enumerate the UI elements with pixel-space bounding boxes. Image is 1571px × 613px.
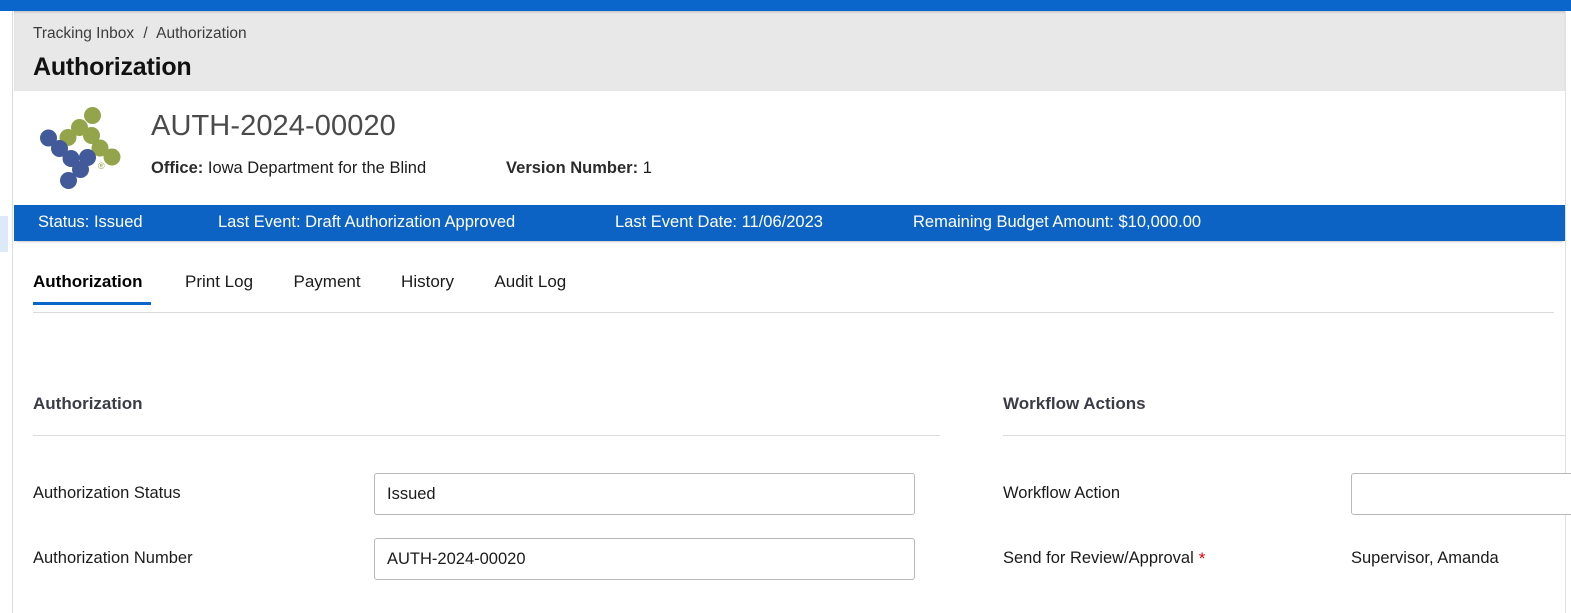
left-gutter-accent — [0, 216, 8, 252]
required-asterisk-icon: * — [1198, 549, 1206, 568]
send-for-review-approval-value: Supervisor, Amanda — [1351, 549, 1499, 567]
authorization-section-divider — [33, 435, 940, 436]
ribbon-status: Status: Issued — [38, 213, 143, 231]
authorization-status-input[interactable]: Issued — [374, 473, 915, 515]
breadcrumb: Tracking Inbox / Authorization — [33, 25, 247, 43]
record-meta-row: Office: Iowa Department for the Blind Ve… — [151, 159, 652, 181]
iowa-vr-dots-logo-icon: ® — [35, 103, 127, 195]
right-gutter-scroll-edge[interactable] — [1565, 11, 1571, 613]
page-title: Authorization — [33, 53, 192, 81]
breadcrumb-item-authorization[interactable]: Authorization — [156, 25, 246, 42]
tab-history[interactable]: History — [383, 262, 472, 315]
breadcrumb-separator: / — [143, 25, 148, 42]
status-ribbon: Status: Issued Last Event: Draft Authori… — [14, 205, 1565, 241]
workflow-action-label: Workflow Action — [1003, 484, 1121, 502]
authorization-section-heading: Authorization — [33, 394, 143, 413]
tab-bar-divider — [33, 312, 1554, 313]
tab-payment[interactable]: Payment — [276, 262, 379, 315]
meta-office-value: Iowa Department for the Blind — [207, 159, 427, 177]
meta-version-number-value: 1 — [642, 159, 652, 177]
tab-audit-log[interactable]: Audit Log — [476, 262, 584, 315]
meta-version-number-label: Version Number: — [506, 159, 639, 177]
send-for-review-approval-label: Send for Review/Approval * — [1003, 549, 1205, 569]
ribbon-remaining-budget-amount: Remaining Budget Amount: $10,000.00 — [913, 213, 1202, 231]
meta-version-number: Version Number: 1 — [506, 159, 652, 178]
ribbon-last-event-date: Last Event Date: 11/06/2023 — [615, 213, 823, 231]
meta-office: Office: Iowa Department for the Blind — [151, 159, 426, 178]
top-accent-bar — [0, 0, 1571, 11]
application-window: Tracking Inbox / Authorization Authoriza… — [0, 0, 1571, 613]
authorization-number-label: Authorization Number — [33, 549, 193, 567]
ribbon-last-event: Last Event: Draft Authorization Approved — [218, 213, 516, 231]
workflow-actions-section-heading: Workflow Actions — [1003, 394, 1146, 413]
meta-office-label: Office: — [151, 159, 204, 177]
workflow-action-input[interactable] — [1351, 473, 1571, 515]
tab-print-log[interactable]: Print Log — [167, 262, 271, 315]
breadcrumb-item-tracking-inbox[interactable]: Tracking Inbox — [33, 25, 134, 42]
authorization-number-input[interactable]: AUTH-2024-00020 — [374, 538, 915, 580]
left-gutter — [0, 11, 13, 613]
svg-text:®: ® — [98, 161, 105, 171]
record-id: AUTH-2024-00020 — [151, 110, 396, 142]
tab-bar: Authorization Print Log Payment History … — [14, 262, 1565, 318]
authorization-status-label: Authorization Status — [33, 484, 181, 502]
workflow-actions-section-divider — [1003, 435, 1565, 436]
tab-panel-authorization: Authorization Authorization Status Issue… — [14, 318, 1571, 613]
send-for-review-approval-label-text: Send for Review/Approval — [1003, 549, 1194, 567]
page-header-band: Tracking Inbox / Authorization Authoriza… — [14, 11, 1565, 91]
tab-authorization[interactable]: Authorization — [33, 262, 163, 315]
record-header: ® AUTH-2024-00020 Office: Iowa Departmen… — [14, 91, 1565, 205]
